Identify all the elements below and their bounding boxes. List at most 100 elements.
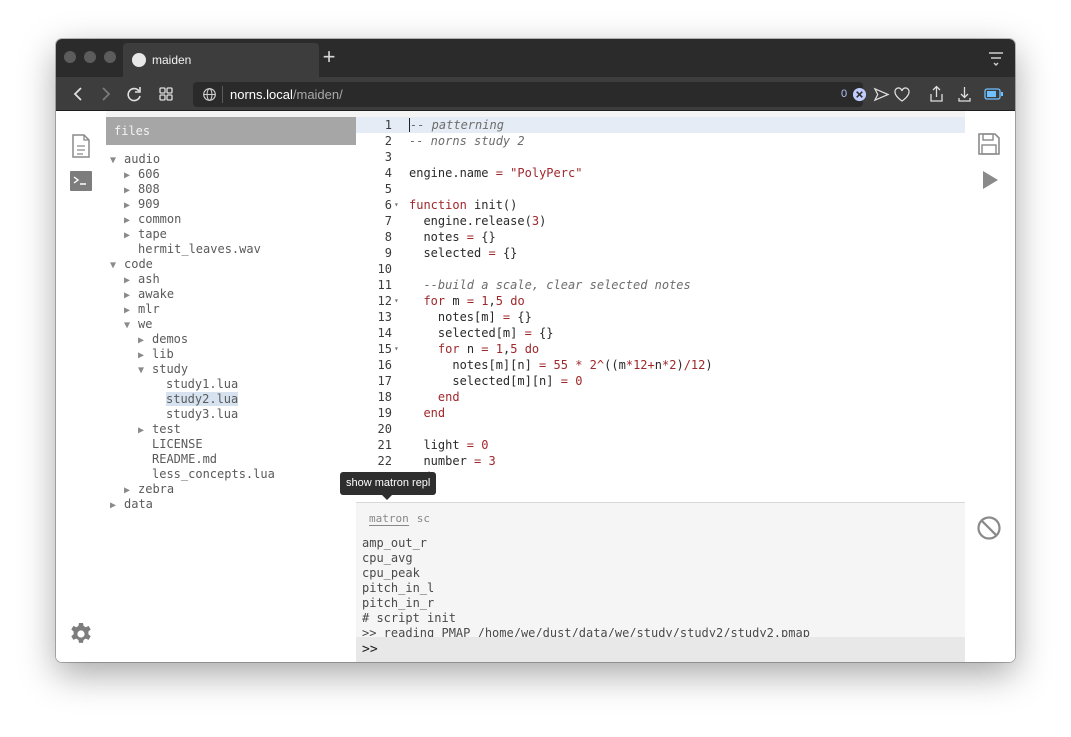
code-line[interactable]: 1 -- patterning — [356, 117, 965, 133]
code-line[interactable]: 8 notes = {} — [356, 229, 965, 245]
code-line[interactable]: 21 light = 0 — [356, 437, 965, 453]
clear-icon[interactable] — [976, 515, 1002, 541]
tree-folder[interactable]: ▶ 909 — [106, 197, 356, 212]
triangle-right-icon[interactable]: ▶ — [124, 273, 138, 288]
triangle-down-icon[interactable]: ▼ — [110, 153, 124, 168]
tree-folder[interactable]: ▶ ash — [106, 272, 356, 287]
tree-file[interactable]: study2.lua — [106, 392, 356, 407]
code-token: 12 — [690, 358, 706, 372]
code-line[interactable]: 7 engine.release(3) — [356, 213, 965, 229]
tree-file[interactable]: README.md — [106, 452, 356, 467]
tree-file[interactable]: LICENSE — [106, 437, 356, 452]
code-line[interactable]: 19 end — [356, 405, 965, 421]
files-header: files — [106, 117, 356, 145]
tree-folder[interactable]: ▶ 606 — [106, 167, 356, 182]
tree-folder[interactable]: ▶ 808 — [106, 182, 356, 197]
tab-menu-icon[interactable] — [987, 50, 1005, 66]
back-icon[interactable] — [69, 84, 89, 104]
code-line[interactable]: 23end — [356, 469, 965, 485]
tree-file[interactable]: hermit_leaves.wav — [106, 242, 356, 257]
tree-folder[interactable]: ▶ common — [106, 212, 356, 227]
code-line[interactable]: 10 — [356, 261, 965, 277]
file-icon[interactable] — [69, 133, 93, 159]
code-line[interactable]: 17 selected[m][n] = 0 — [356, 373, 965, 389]
tree-folder[interactable]: ▶ mlr — [106, 302, 356, 317]
tree-folder[interactable]: ▼ code — [106, 257, 356, 272]
repl-tab-matron[interactable]: matron — [369, 512, 409, 526]
code-line[interactable]: 11 --build a scale, clear selected notes — [356, 277, 965, 293]
triangle-right-icon[interactable]: ▶ — [110, 498, 124, 513]
minimize-window-button[interactable] — [84, 51, 96, 63]
url-field[interactable]: norns.local/maiden/ 0 — [193, 82, 867, 107]
repl-output-line: pitch_in_l — [362, 581, 435, 595]
share-icon[interactable] — [928, 85, 945, 103]
send-icon[interactable] — [873, 86, 890, 103]
code-line[interactable]: 2 -- norns study 2 — [356, 133, 965, 149]
fold-toggle-icon[interactable]: ▾ — [394, 341, 404, 357]
terminal-icon[interactable] — [69, 168, 93, 194]
triangle-down-icon[interactable]: ▼ — [110, 258, 124, 273]
tree-folder[interactable]: ▶ awake — [106, 287, 356, 302]
triangle-down-icon[interactable]: ▼ — [138, 363, 152, 378]
triangle-right-icon[interactable]: ▶ — [124, 303, 138, 318]
repl-input[interactable]: >> — [356, 637, 965, 662]
triangle-right-icon[interactable]: ▶ — [124, 483, 138, 498]
reload-icon[interactable] — [124, 84, 144, 104]
download-icon[interactable] — [956, 85, 973, 103]
code-line[interactable]: 15 ▾ for n = 1,5 do — [356, 341, 965, 357]
tree-folder[interactable]: ▶ test — [106, 422, 356, 437]
code-line[interactable]: 3 — [356, 149, 965, 165]
triangle-right-icon[interactable]: ▶ — [124, 228, 138, 243]
code-line[interactable]: 18 end — [356, 389, 965, 405]
forward-icon[interactable] — [95, 84, 115, 104]
triangle-right-icon[interactable]: ▶ — [138, 348, 152, 363]
code-editor[interactable]: 1 -- patterning 2 -- norns study 2 3 4 engine.… — [356, 117, 965, 502]
code-line[interactable]: 4 engine.name = "PolyPerc" — [356, 165, 965, 181]
code-line[interactable]: 6 ▾ function init() — [356, 197, 965, 213]
play-icon[interactable] — [981, 170, 999, 190]
tree-folder[interactable]: ▶ lib — [106, 347, 356, 362]
code-line[interactable]: 5 — [356, 181, 965, 197]
tree-folder[interactable]: ▶ zebra — [106, 482, 356, 497]
triangle-right-icon[interactable]: ▶ — [124, 213, 138, 228]
tree-label: awake — [138, 287, 175, 301]
triangle-right-icon[interactable]: ▶ — [124, 288, 138, 303]
triangle-down-icon[interactable]: ▼ — [124, 318, 138, 333]
heart-icon[interactable] — [893, 86, 911, 103]
new-tab-button[interactable]: + — [318, 46, 340, 69]
speed-dial-icon[interactable] — [156, 84, 176, 104]
triangle-right-icon[interactable]: ▶ — [124, 168, 138, 183]
zoom-window-button[interactable] — [104, 51, 116, 63]
code-line[interactable]: 12 ▾ for m = 1,5 do — [356, 293, 965, 309]
triangle-right-icon[interactable]: ▶ — [124, 183, 138, 198]
battery-icon[interactable] — [984, 88, 1004, 100]
save-icon[interactable] — [977, 132, 1001, 156]
triangle-right-icon[interactable]: ▶ — [138, 423, 152, 438]
tree-folder[interactable]: ▼ we — [106, 317, 356, 332]
tree-folder[interactable]: ▶ tape — [106, 227, 356, 242]
code-line[interactable]: 14 selected[m] = {} — [356, 325, 965, 341]
code-token: ) — [676, 358, 684, 372]
tree-file[interactable]: less_concepts.lua — [106, 467, 356, 482]
code-line[interactable]: 22 number = 3 — [356, 453, 965, 469]
triangle-right-icon[interactable]: ▶ — [138, 333, 152, 348]
tree-folder[interactable]: ▼ study — [106, 362, 356, 377]
code-line[interactable]: 20 — [356, 421, 965, 437]
tree-folder[interactable]: ▶ demos — [106, 332, 356, 347]
fold-toggle-icon[interactable]: ▾ — [394, 293, 404, 309]
tree-folder[interactable]: ▼ audio — [106, 152, 356, 167]
browser-tab[interactable]: maiden — [123, 43, 319, 77]
tree-folder[interactable]: ▶ data — [106, 497, 356, 512]
code-line[interactable]: 16 notes[m][n] = 55 * 2^((m*12+n*2)/12) — [356, 357, 965, 373]
code-line[interactable]: 9 selected = {} — [356, 245, 965, 261]
code-line[interactable]: 13 notes[m] = {} — [356, 309, 965, 325]
tree-file[interactable]: study3.lua — [106, 407, 356, 422]
repl-tab-sc[interactable]: sc — [417, 512, 430, 525]
close-window-button[interactable] — [64, 51, 76, 63]
tree-label: we — [138, 317, 153, 331]
gear-icon[interactable] — [69, 621, 93, 647]
shield-icon[interactable] — [852, 87, 867, 102]
fold-toggle-icon[interactable]: ▾ — [394, 197, 404, 213]
triangle-right-icon[interactable]: ▶ — [124, 198, 138, 213]
tree-file[interactable]: study1.lua — [106, 377, 356, 392]
